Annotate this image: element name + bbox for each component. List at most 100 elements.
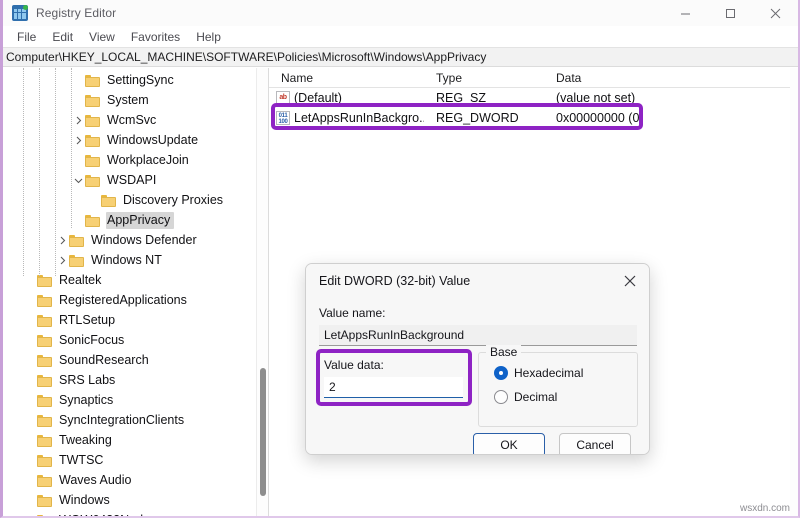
menu-item-help[interactable]: Help bbox=[188, 28, 229, 46]
tree-item[interactable]: WSDAPI bbox=[3, 170, 268, 190]
menu-item-favorites[interactable]: Favorites bbox=[123, 28, 188, 46]
tree-item-label: Discovery Proxies bbox=[123, 192, 224, 207]
column-header-name[interactable]: Name bbox=[269, 71, 424, 85]
menu-bar: File Edit View Favorites Help bbox=[3, 26, 798, 47]
tree-item[interactable]: SRS Labs bbox=[3, 370, 268, 390]
maximize-icon[interactable] bbox=[708, 0, 753, 26]
dialog-body: Value name: Value data: Base Hexadecimal… bbox=[306, 298, 649, 454]
dialog-close-icon[interactable] bbox=[611, 264, 649, 298]
address-bar[interactable]: Computer\HKEY_LOCAL_MACHINE\SOFTWARE\Pol… bbox=[3, 47, 798, 67]
dword-value-icon: 011 100 bbox=[276, 111, 290, 125]
radio-decimal-indicator bbox=[494, 390, 508, 404]
tree-item-label: WSDAPI bbox=[107, 172, 157, 187]
tree-item[interactable]: Windows bbox=[3, 490, 268, 510]
folder-icon bbox=[69, 254, 85, 267]
cancel-button[interactable]: Cancel bbox=[559, 433, 631, 454]
tree-item[interactable]: SettingSync bbox=[3, 70, 268, 90]
tree-item[interactable]: SoundResearch bbox=[3, 350, 268, 370]
folder-icon bbox=[37, 294, 53, 307]
folder-icon bbox=[69, 234, 85, 247]
menu-item-edit[interactable]: Edit bbox=[44, 28, 81, 46]
value-row[interactable]: 011 100 LetAppsRunInBackgro... REG_DWORD 0x0… bbox=[269, 108, 798, 128]
tree-guide-line bbox=[55, 68, 56, 276]
value-data: 0x00000000 (0) bbox=[556, 111, 644, 125]
tree-item[interactable]: TWTSC bbox=[3, 450, 268, 470]
close-icon[interactable] bbox=[753, 0, 798, 26]
tree-item[interactable]: SonicFocus bbox=[3, 330, 268, 350]
registry-editor-window: Registry Editor File Edit View Favorites Hel… bbox=[0, 0, 800, 518]
value-row[interactable]: ab (Default) REG_SZ (value not set) bbox=[269, 88, 798, 108]
tree-item-label: Windows NT bbox=[91, 252, 162, 267]
tree-item-label: WOW6432Node bbox=[58, 512, 154, 517]
value-data-label: Value data: bbox=[324, 358, 384, 372]
column-header-data[interactable]: Data bbox=[544, 71, 798, 85]
value-data-input[interactable] bbox=[324, 377, 463, 398]
registry-editor-icon bbox=[12, 5, 28, 21]
folder-icon bbox=[85, 174, 101, 187]
folder-icon bbox=[101, 194, 117, 207]
ok-button[interactable]: OK bbox=[473, 433, 545, 454]
tree-guide-line bbox=[39, 68, 40, 276]
column-header-type[interactable]: Type bbox=[424, 71, 544, 85]
string-value-icon: ab bbox=[276, 91, 290, 105]
tree-item-label: Tweaking bbox=[59, 432, 112, 447]
tree-item-label: RegisteredApplications bbox=[59, 292, 187, 307]
folder-icon bbox=[85, 74, 101, 87]
tree-item[interactable]: Windows NT bbox=[3, 250, 268, 270]
folder-icon bbox=[37, 314, 53, 327]
tree-scrollbar[interactable] bbox=[256, 68, 268, 516]
value-name-label: Value name: bbox=[319, 306, 386, 320]
chevron-collapsed-icon[interactable] bbox=[55, 256, 69, 265]
tree-scrollbar-thumb[interactable] bbox=[260, 368, 266, 496]
folder-icon bbox=[85, 94, 101, 107]
window-title: Registry Editor bbox=[36, 6, 117, 20]
tree-item[interactable]: Windows Defender bbox=[3, 230, 268, 250]
menu-item-file[interactable]: File bbox=[9, 28, 44, 46]
radio-hexadecimal[interactable]: Hexadecimal bbox=[494, 366, 583, 380]
chevron-collapsed-icon[interactable] bbox=[55, 236, 69, 245]
folder-icon bbox=[85, 114, 101, 127]
tree-item[interactable]: Realtek bbox=[3, 270, 268, 290]
tree-item-label: TWTSC bbox=[59, 452, 104, 467]
tree-item[interactable]: Synaptics bbox=[3, 390, 268, 410]
tree-item[interactable]: RTLSetup bbox=[3, 310, 268, 330]
tree-item-label: Windows Defender bbox=[91, 232, 197, 247]
base-legend: Base bbox=[486, 345, 522, 359]
tree-item[interactable]: RegisteredApplications bbox=[3, 290, 268, 310]
tree-item-label: Windows bbox=[59, 492, 110, 507]
chevron-collapsed-icon[interactable] bbox=[71, 136, 85, 145]
tree-item-label: Realtek bbox=[59, 272, 102, 287]
tree-guide-line bbox=[71, 68, 72, 228]
tree-item[interactable]: Waves Audio bbox=[3, 470, 268, 490]
tree-item[interactable]: SyncIntegrationClients bbox=[3, 410, 268, 430]
radio-hexadecimal-indicator bbox=[494, 366, 508, 380]
value-list-header: Name Type Data bbox=[269, 68, 798, 88]
tree-item[interactable]: WcmSvc bbox=[3, 110, 268, 130]
tree-item-label: WindowsUpdate bbox=[107, 132, 199, 147]
folder-icon bbox=[85, 154, 101, 167]
tree-item-label: SRS Labs bbox=[59, 372, 116, 387]
tree-item[interactable]: System bbox=[3, 90, 268, 110]
tree-item-label: Waves Audio bbox=[59, 472, 132, 487]
minimize-icon[interactable] bbox=[663, 0, 708, 26]
value-list-scrollbar[interactable] bbox=[790, 68, 798, 516]
menu-item-view[interactable]: View bbox=[81, 28, 123, 46]
tree-item-label: SonicFocus bbox=[59, 332, 125, 347]
tree-item-label: WorkplaceJoin bbox=[107, 152, 189, 167]
tree-item[interactable]: Tweaking bbox=[3, 430, 268, 450]
tree-item[interactable]: WindowsUpdate bbox=[3, 130, 268, 150]
tree-guide-line bbox=[23, 68, 24, 276]
radio-decimal[interactable]: Decimal bbox=[494, 390, 557, 404]
chevron-collapsed-icon[interactable] bbox=[71, 116, 85, 125]
folder-icon bbox=[37, 394, 53, 407]
value-name-input[interactable] bbox=[319, 325, 637, 346]
tree-item[interactable]: AppPrivacy bbox=[3, 210, 268, 230]
chevron-expanded-icon[interactable] bbox=[71, 176, 85, 185]
tree-item[interactable]: Discovery Proxies bbox=[3, 190, 268, 210]
tree-item[interactable]: WorkplaceJoin bbox=[3, 150, 268, 170]
tree-item[interactable]: WOW6432Node bbox=[3, 510, 268, 516]
folder-icon bbox=[37, 414, 53, 427]
tree-item-label: SoundResearch bbox=[59, 352, 149, 367]
tree-item-label: SyncIntegrationClients bbox=[59, 412, 185, 427]
dialog-title: Edit DWORD (32-bit) Value bbox=[319, 274, 471, 288]
